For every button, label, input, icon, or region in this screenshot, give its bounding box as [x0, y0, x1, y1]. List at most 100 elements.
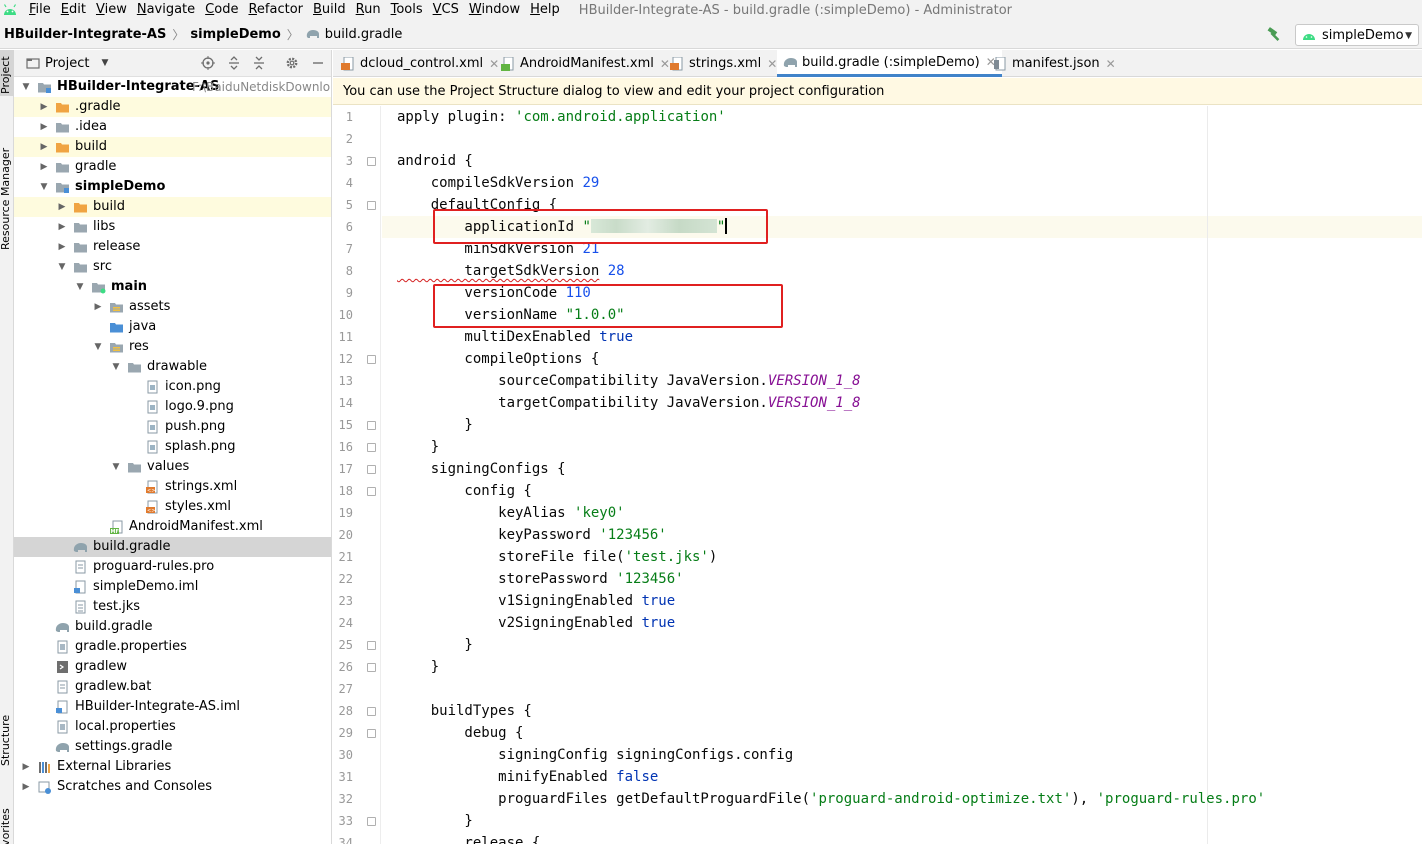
chevron-down-icon[interactable]: ▼	[111, 462, 121, 472]
tree-row[interactable]: ▼ drawable	[14, 357, 331, 377]
menu-code[interactable]: Code	[200, 0, 243, 20]
tab-build-gradle-active[interactable]: build.gradle (:simpleDemo) ✕	[777, 50, 1002, 77]
menu-help[interactable]: Help	[525, 0, 565, 20]
fold-marker-icon[interactable]	[367, 487, 376, 496]
chevron-down-icon[interactable]: ▼	[93, 342, 103, 352]
gear-icon[interactable]	[285, 56, 299, 70]
tree-row[interactable]: gradlew.bat	[14, 677, 331, 697]
tree-row[interactable]: push.png	[14, 417, 331, 437]
tree-row-external-libraries[interactable]: ▶ External Libraries	[14, 757, 331, 777]
fold-marker-icon[interactable]	[367, 465, 376, 474]
chevron-down-icon[interactable]: ▼	[21, 82, 31, 92]
menu-tools[interactable]: Tools	[386, 0, 428, 20]
tree-row[interactable]: HBuilder-Integrate-AS.iml	[14, 697, 331, 717]
menu-run[interactable]: Run	[351, 0, 386, 20]
collapse-all-icon[interactable]	[252, 56, 266, 70]
breadcrumb-file[interactable]: build.gradle	[305, 27, 402, 42]
tree-row-scratches[interactable]: ▶ Scratches and Consoles	[14, 777, 331, 797]
chevron-down-icon[interactable]: ▼	[75, 282, 85, 292]
build-hammer-icon[interactable]	[1266, 27, 1282, 41]
close-icon[interactable]: ✕	[767, 57, 777, 71]
menu-refactor[interactable]: Refactor	[243, 0, 308, 20]
locate-icon[interactable]	[201, 56, 215, 70]
tree-row[interactable]: ▼ main	[14, 277, 331, 297]
chevron-right-icon[interactable]: ▶	[39, 122, 49, 132]
menu-view[interactable]: View	[91, 0, 132, 20]
tree-row[interactable]: ▶ build	[14, 137, 331, 157]
fold-marker-icon[interactable]	[367, 663, 376, 672]
tree-row-selected[interactable]: build.gradle	[14, 537, 331, 557]
code-editor[interactable]: apply plugin: 'com.android.application' …	[382, 106, 1422, 844]
expand-all-icon[interactable]	[227, 56, 241, 70]
tree-row[interactable]: logo.9.png	[14, 397, 331, 417]
chevron-right-icon[interactable]: ▶	[21, 762, 31, 772]
tree-row[interactable]: <> strings.xml	[14, 477, 331, 497]
chevron-right-icon[interactable]: ▶	[57, 202, 67, 212]
fold-marker-icon[interactable]	[367, 355, 376, 364]
tree-row[interactable]: ▶ .idea	[14, 117, 331, 137]
menu-navigate[interactable]: Navigate	[132, 0, 200, 20]
chevron-right-icon[interactable]: ▶	[39, 142, 49, 152]
fold-marker-icon[interactable]	[367, 157, 376, 166]
tree-row[interactable]: ▼ values	[14, 457, 331, 477]
menu-edit[interactable]: Edit	[56, 0, 91, 20]
fold-marker-icon[interactable]	[367, 421, 376, 430]
favorites-tool-tab[interactable]: Favorites	[0, 800, 14, 844]
tree-row-project-root[interactable]: ▼ HBuilder-Integrate-AS F:\BaiduNetdiskD…	[14, 77, 331, 97]
close-icon[interactable]: ✕	[489, 57, 499, 71]
run-configuration-select[interactable]: simpleDemo ▼	[1295, 24, 1419, 46]
tree-row[interactable]: ▶ libs	[14, 217, 331, 237]
chevron-right-icon[interactable]: ▶	[57, 242, 67, 252]
tree-row[interactable]: simpleDemo.iml	[14, 577, 331, 597]
tree-row[interactable]: splash.png	[14, 437, 331, 457]
tree-row-module[interactable]: ▼ simpleDemo	[14, 177, 331, 197]
tree-row[interactable]: java	[14, 317, 331, 337]
close-icon[interactable]: ✕	[1106, 57, 1116, 71]
hide-panel-icon[interactable]	[311, 56, 325, 70]
tree-row[interactable]: <> styles.xml	[14, 497, 331, 517]
tree-row[interactable]: local.properties	[14, 717, 331, 737]
chevron-down-icon[interactable]: ▼	[39, 182, 49, 192]
tree-row[interactable]: settings.gradle	[14, 737, 331, 757]
chevron-right-icon[interactable]: ▶	[39, 102, 49, 112]
fold-marker-icon[interactable]	[367, 817, 376, 826]
breadcrumb-project[interactable]: HBuilder-Integrate-AS	[0, 27, 166, 42]
chevron-right-icon[interactable]: ▶	[39, 162, 49, 172]
tree-row[interactable]: gradlew	[14, 657, 331, 677]
tree-row[interactable]: MF AndroidManifest.xml	[14, 517, 331, 537]
close-icon[interactable]: ✕	[660, 57, 670, 71]
fold-marker-icon[interactable]	[367, 443, 376, 452]
resource-manager-tool-tab[interactable]: Resource Manager	[0, 134, 14, 254]
tree-row[interactable]: test.jks	[14, 597, 331, 617]
chevron-right-icon[interactable]: ▶	[93, 302, 103, 312]
chevron-right-icon[interactable]: ▶	[57, 222, 67, 232]
tree-row[interactable]: icon.png	[14, 377, 331, 397]
tree-row[interactable]: ▶ .gradle	[14, 97, 331, 117]
tab-strings-xml[interactable]: strings.xml ✕	[670, 50, 777, 77]
project-view-selector[interactable]: Project	[45, 56, 89, 71]
fold-marker-icon[interactable]	[367, 641, 376, 650]
structure-tool-tab[interactable]: Structure	[0, 714, 14, 770]
chevron-right-icon[interactable]: ▶	[21, 782, 31, 792]
tree-row[interactable]: ▶ gradle	[14, 157, 331, 177]
tab-androidmanifest-xml[interactable]: AndroidManifest.xml ✕	[501, 50, 670, 77]
chevron-down-icon[interactable]: ▼	[101, 58, 108, 68]
tree-row[interactable]: ▶ release	[14, 237, 331, 257]
fold-marker-icon[interactable]	[367, 729, 376, 738]
menu-vcs[interactable]: VCS	[428, 0, 464, 20]
menu-window[interactable]: Window	[464, 0, 525, 20]
tree-row[interactable]: ▼ src	[14, 257, 331, 277]
tree-row[interactable]: ▶ assets	[14, 297, 331, 317]
tab-manifest-json[interactable]: manifest.json ✕	[993, 50, 1116, 77]
tree-row[interactable]: ▶ build	[14, 197, 331, 217]
chevron-down-icon[interactable]: ▼	[111, 362, 121, 372]
menu-build[interactable]: Build	[308, 0, 351, 20]
fold-marker-icon[interactable]	[367, 201, 376, 210]
chevron-down-icon[interactable]: ▼	[57, 262, 67, 272]
tree-row[interactable]: ▼ res	[14, 337, 331, 357]
breadcrumb-module[interactable]: simpleDemo	[190, 27, 280, 42]
menu-file[interactable]: File	[24, 0, 56, 20]
tree-row[interactable]: build.gradle	[14, 617, 331, 637]
project-tool-tab[interactable]: Project	[0, 50, 14, 96]
tree-row[interactable]: gradle.properties	[14, 637, 331, 657]
